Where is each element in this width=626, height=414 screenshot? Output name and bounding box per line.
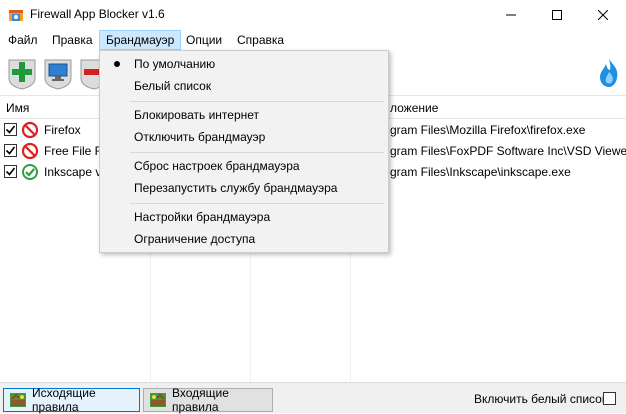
- menu-item-label: Ограничение доступа: [134, 232, 256, 246]
- row-checkbox[interactable]: [4, 123, 17, 136]
- menu-separator: [130, 101, 384, 102]
- checkmark-icon: [5, 125, 16, 134]
- column-name[interactable]: Имя: [0, 97, 29, 119]
- add-program-button[interactable]: [6, 56, 38, 90]
- app-window: Firewall App Blocker v1.6 Файл Правка Бр…: [0, 0, 626, 414]
- row-checkbox[interactable]: [4, 144, 17, 157]
- menu-item-label: Блокировать интернет: [134, 108, 260, 122]
- menu-item-label: По умолчанию: [134, 57, 216, 71]
- menu-firewall[interactable]: Брандмауэр: [99, 30, 182, 50]
- blocked-icon: [21, 121, 39, 139]
- window-title: Firewall App Blocker v1.6: [30, 7, 165, 21]
- outgoing-rules-tab[interactable]: Исходящие правила: [3, 386, 140, 414]
- menu-item-firewall-settings[interactable]: Настройки брандмауэра: [102, 206, 386, 228]
- menu-item-label: Настройки брандмауэра: [134, 210, 271, 224]
- row-path: gram Files\Inkscape\inkscape.exe: [390, 165, 571, 179]
- checkmark-icon: [5, 146, 16, 155]
- incoming-rules-label: Входящие правила: [172, 386, 229, 414]
- incoming-rules-icon: [150, 393, 166, 407]
- incoming-rules-tab[interactable]: Входящие правила: [143, 386, 273, 414]
- allowed-icon: [22, 164, 38, 180]
- maximize-icon: [552, 10, 562, 20]
- row-path: gram Files\Mozilla Firefox\firefox.exe: [390, 123, 586, 137]
- menu-item-label: Перезапустить службу брандмауэра: [134, 181, 338, 195]
- bottom-bar: Исходящие правила Входящие правила Включ…: [0, 382, 626, 414]
- menu-item-label: Сброс настроек брандмауэра: [134, 159, 300, 173]
- close-icon: [598, 10, 608, 20]
- menu-file[interactable]: Файл: [2, 30, 44, 50]
- row-checkbox[interactable]: [4, 165, 17, 178]
- menu-bar: Файл Правка Брандмауэр Опции Справка: [0, 30, 626, 50]
- flame-icon: [600, 59, 618, 87]
- menu-separator: [130, 152, 384, 153]
- title-bar: Firewall App Blocker v1.6: [0, 0, 626, 30]
- add-icon: [8, 59, 36, 90]
- whitelist-checkbox[interactable]: [603, 392, 616, 405]
- menu-item-default[interactable]: По умолчанию: [102, 53, 386, 75]
- maximize-button[interactable]: [534, 0, 580, 30]
- outgoing-rules-icon: [10, 393, 26, 407]
- menu-item-label: Белый список: [134, 79, 212, 93]
- menu-item-whitelist[interactable]: Белый список: [102, 75, 386, 97]
- row-path: gram Files\FoxPDF Software Inc\VSD Viewe…: [390, 144, 626, 158]
- checkmark-icon: [5, 167, 16, 176]
- column-path[interactable]: ложение: [384, 97, 438, 119]
- menu-item-access-restriction[interactable]: Ограничение доступа: [102, 228, 386, 250]
- add-process-button[interactable]: [42, 56, 74, 90]
- menu-item-block-internet[interactable]: Блокировать интернет: [102, 104, 386, 126]
- firewall-menu-dropdown: По умолчанию Белый список Блокировать ин…: [99, 50, 389, 253]
- app-icon: [9, 10, 23, 21]
- menu-separator: [130, 203, 384, 204]
- minimize-button[interactable]: [488, 0, 534, 30]
- blocked-icon: [21, 142, 39, 160]
- menu-options[interactable]: Опции: [180, 30, 228, 50]
- computer-icon: [44, 59, 72, 90]
- menu-item-reset-firewall[interactable]: Сброс настроек брандмауэра: [102, 155, 386, 177]
- menu-help[interactable]: Справка: [231, 30, 290, 50]
- menu-item-disable-firewall[interactable]: Отключить брандмауэр: [102, 126, 386, 148]
- menu-edit[interactable]: Правка: [46, 30, 99, 50]
- menu-item-label: Отключить брандмауэр: [134, 130, 266, 144]
- outgoing-rules-label: Исходящие правила: [32, 386, 96, 414]
- whitelist-label: Включить белый список: [474, 392, 608, 406]
- close-button[interactable]: [580, 0, 626, 30]
- minimize-icon: [506, 14, 516, 16]
- menu-item-restart-service[interactable]: Перезапустить службу брандмауэра: [102, 177, 386, 199]
- radio-bullet-icon: [114, 61, 120, 67]
